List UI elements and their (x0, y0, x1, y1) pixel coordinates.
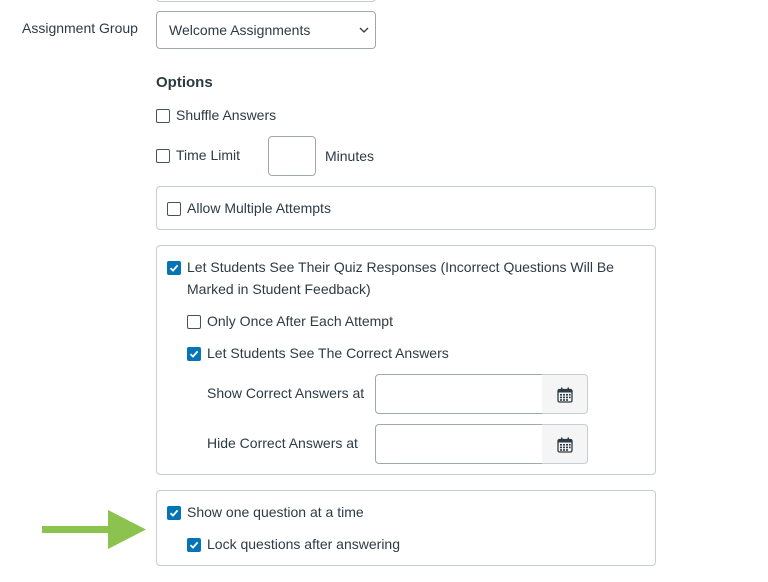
see-correct-answers-label: Let Students See The Correct Answers (207, 345, 449, 361)
only-once-label: Only Once After Each Attempt (207, 313, 393, 329)
time-limit-checkbox[interactable] (156, 149, 170, 163)
assignment-group-label: Assignment Group (22, 20, 138, 36)
arrow-right-icon (42, 510, 146, 549)
show-correct-at-calendar-button[interactable] (542, 374, 588, 414)
see-responses-label-line1: Let Students See Their Quiz Responses (I… (187, 259, 614, 275)
show-correct-at-input[interactable] (375, 374, 543, 414)
calendar-icon (557, 437, 573, 453)
minutes-label: Minutes (325, 148, 375, 164)
only-once-checkbox[interactable] (187, 315, 201, 329)
hide-correct-at-calendar-button[interactable] (542, 424, 588, 464)
options-heading: Options (156, 74, 213, 91)
see-correct-answers-checkbox[interactable] (187, 347, 201, 361)
checkmark-icon (189, 541, 199, 549)
one-question-panel (156, 490, 656, 566)
time-limit-label: Time Limit (176, 147, 241, 163)
assignment-group-select[interactable]: Welcome Assignments (156, 11, 376, 49)
lock-questions-label: Lock questions after answering (207, 536, 400, 552)
chevron-down-icon (359, 27, 369, 33)
one-question-label: Show one question at a time (187, 504, 364, 520)
hide-correct-at-label: Hide Correct Answers at (207, 435, 358, 451)
see-responses-checkbox[interactable] (167, 261, 181, 275)
multiple-attempts-label: Allow Multiple Attempts (187, 200, 331, 216)
checkmark-icon (169, 509, 179, 517)
lock-questions-checkbox[interactable] (187, 538, 201, 552)
one-question-checkbox[interactable] (167, 506, 181, 520)
checkmark-icon (169, 264, 179, 272)
calendar-icon (557, 387, 573, 403)
hide-correct-at-input[interactable] (375, 424, 543, 464)
multiple-attempts-checkbox[interactable] (167, 202, 181, 216)
time-limit-minutes-input[interactable] (268, 136, 316, 176)
checkmark-icon (189, 350, 199, 358)
show-correct-at-label: Show Correct Answers at (207, 385, 365, 401)
shuffle-answers-checkbox[interactable] (156, 109, 170, 123)
previous-field-bottom (156, 0, 376, 2)
assignment-group-selected: Welcome Assignments (169, 22, 311, 38)
shuffle-answers-label: Shuffle Answers (176, 107, 277, 123)
see-responses-label-line2: Marked in Student Feedback) (187, 281, 371, 297)
